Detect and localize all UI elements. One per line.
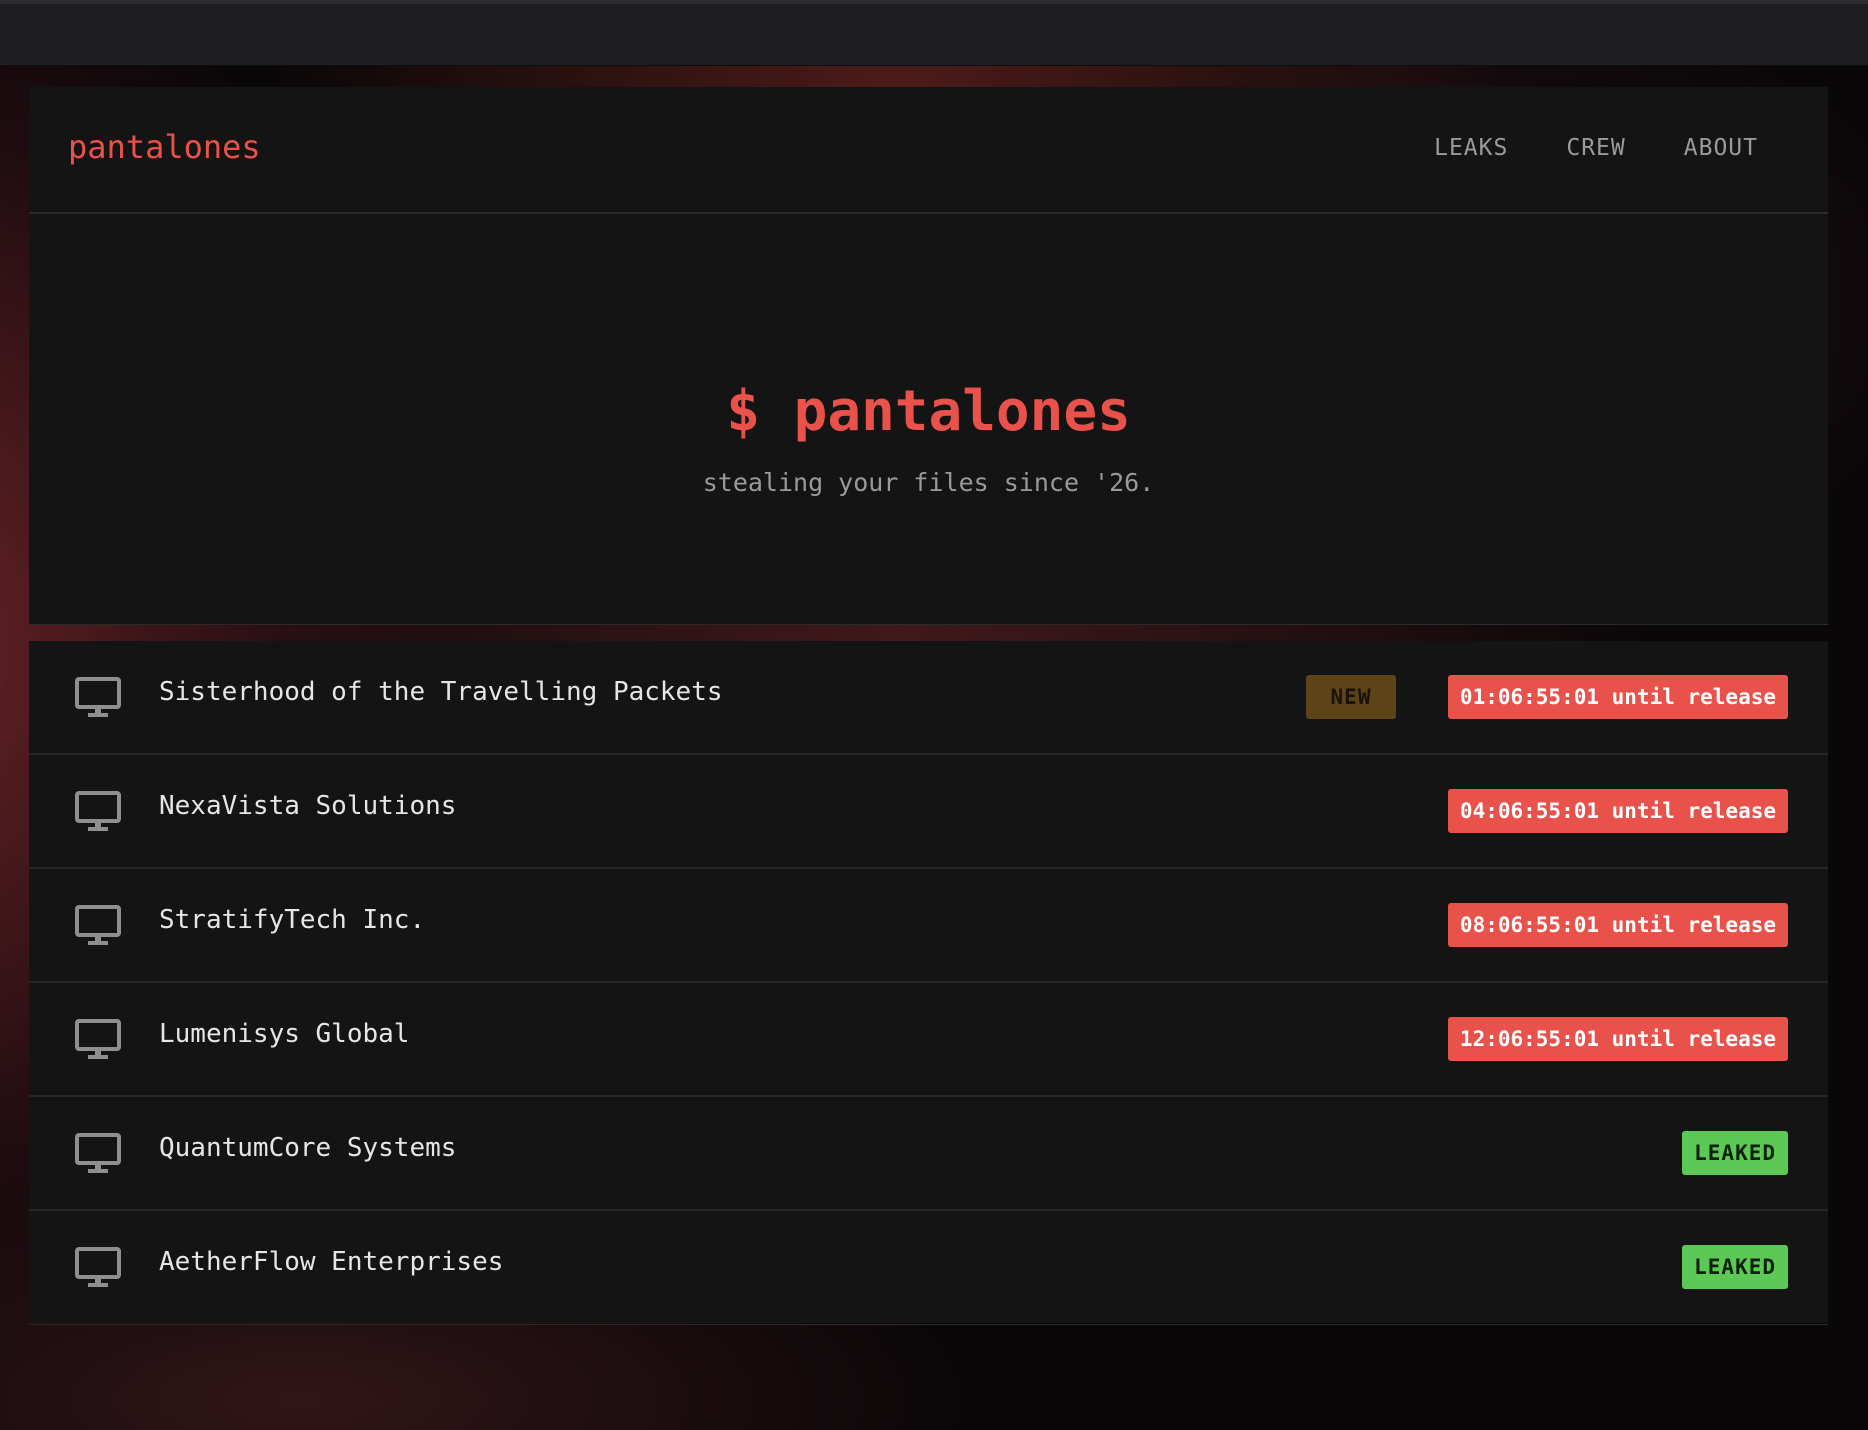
nav-link-about[interactable]: ABOUT [1684, 137, 1758, 160]
monitor-icon [75, 1133, 121, 1173]
monitor-icon [75, 791, 121, 831]
brand-logo-link[interactable]: pantalones [68, 131, 261, 163]
release-countdown-badge: 08:06:55:01 until release [1447, 903, 1788, 947]
leaked-badge: LEAKED [1682, 1245, 1788, 1289]
leak-name: NexaVista Solutions [159, 791, 457, 821]
navbar: pantalones LEAKS CREW ABOUT [29, 87, 1828, 214]
monitor-icon [75, 1247, 121, 1287]
leak-list: Sisterhood of the Travelling Packets NEW… [29, 641, 1828, 1325]
hero: $ pantalones stealing your files since '… [29, 214, 1828, 624]
nav-link-leaks[interactable]: LEAKS [1434, 137, 1508, 160]
new-badge: NEW [1306, 675, 1396, 719]
leak-row[interactable]: NexaVista Solutions 04:06:55:01 until re… [29, 755, 1828, 869]
leak-name: QuantumCore Systems [159, 1133, 457, 1163]
hero-title: $ pantalones [726, 379, 1131, 444]
hero-subtitle: stealing your files since '26. [702, 468, 1155, 497]
header-panel: pantalones LEAKS CREW ABOUT $ pantalones… [29, 87, 1828, 625]
leak-name: Sisterhood of the Travelling Packets [159, 677, 723, 707]
leak-name: StratifyTech Inc. [159, 905, 426, 935]
nav-links: LEAKS CREW ABOUT [1434, 137, 1758, 160]
release-countdown-badge: 01:06:55:01 until release [1447, 675, 1788, 719]
monitor-icon [75, 1019, 121, 1059]
release-countdown-badge: 04:06:55:01 until release [1447, 789, 1788, 833]
leaked-badge: LEAKED [1682, 1131, 1788, 1175]
leak-name: Lumenisys Global [159, 1019, 410, 1049]
leak-name: AetherFlow Enterprises [159, 1247, 504, 1277]
monitor-icon [75, 677, 121, 717]
release-countdown-badge: 12:06:55:01 until release [1447, 1017, 1788, 1061]
browser-top-bar [0, 0, 1868, 66]
leak-row[interactable]: QuantumCore Systems LEAKED [29, 1097, 1828, 1211]
leak-row[interactable]: AetherFlow Enterprises LEAKED [29, 1211, 1828, 1325]
leak-row[interactable]: Sisterhood of the Travelling Packets NEW… [29, 641, 1828, 755]
leak-row[interactable]: Lumenisys Global 12:06:55:01 until relea… [29, 983, 1828, 1097]
leak-row[interactable]: StratifyTech Inc. 08:06:55:01 until rele… [29, 869, 1828, 983]
nav-link-crew[interactable]: CREW [1566, 137, 1625, 160]
monitor-icon [75, 905, 121, 945]
